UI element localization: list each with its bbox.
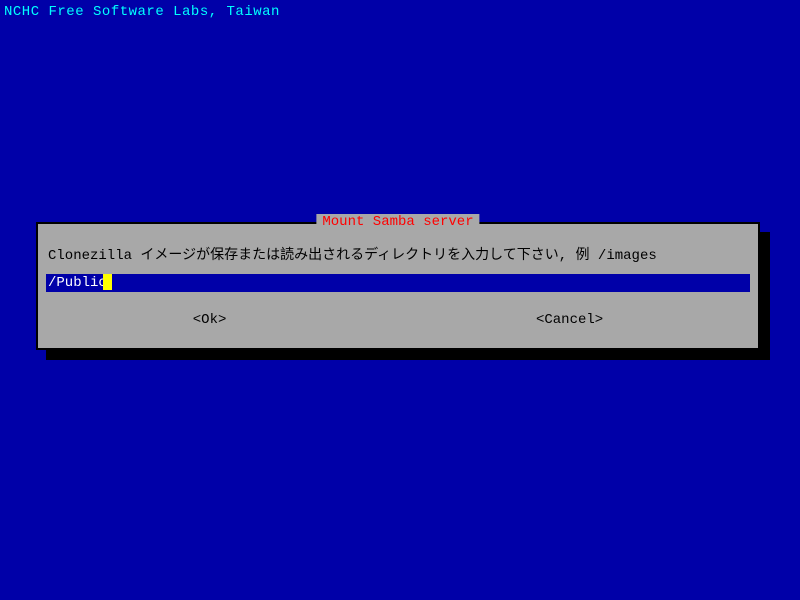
dialog-button-row: <Ok> <Cancel> (38, 312, 758, 328)
header-org-text: NCHC Free Software Labs, Taiwan (4, 4, 280, 20)
mount-samba-dialog: Mount Samba server Clonezilla イメージが保存または… (36, 222, 760, 350)
text-cursor (103, 274, 112, 290)
cancel-button[interactable]: <Cancel> (536, 312, 603, 328)
dialog-prompt-text: Clonezilla イメージが保存または読み出されるディレクトリを入力して下さ… (48, 244, 657, 264)
ok-button[interactable]: <Ok> (193, 312, 227, 328)
dialog-title: Mount Samba server (316, 214, 479, 230)
directory-input[interactable] (46, 274, 750, 292)
